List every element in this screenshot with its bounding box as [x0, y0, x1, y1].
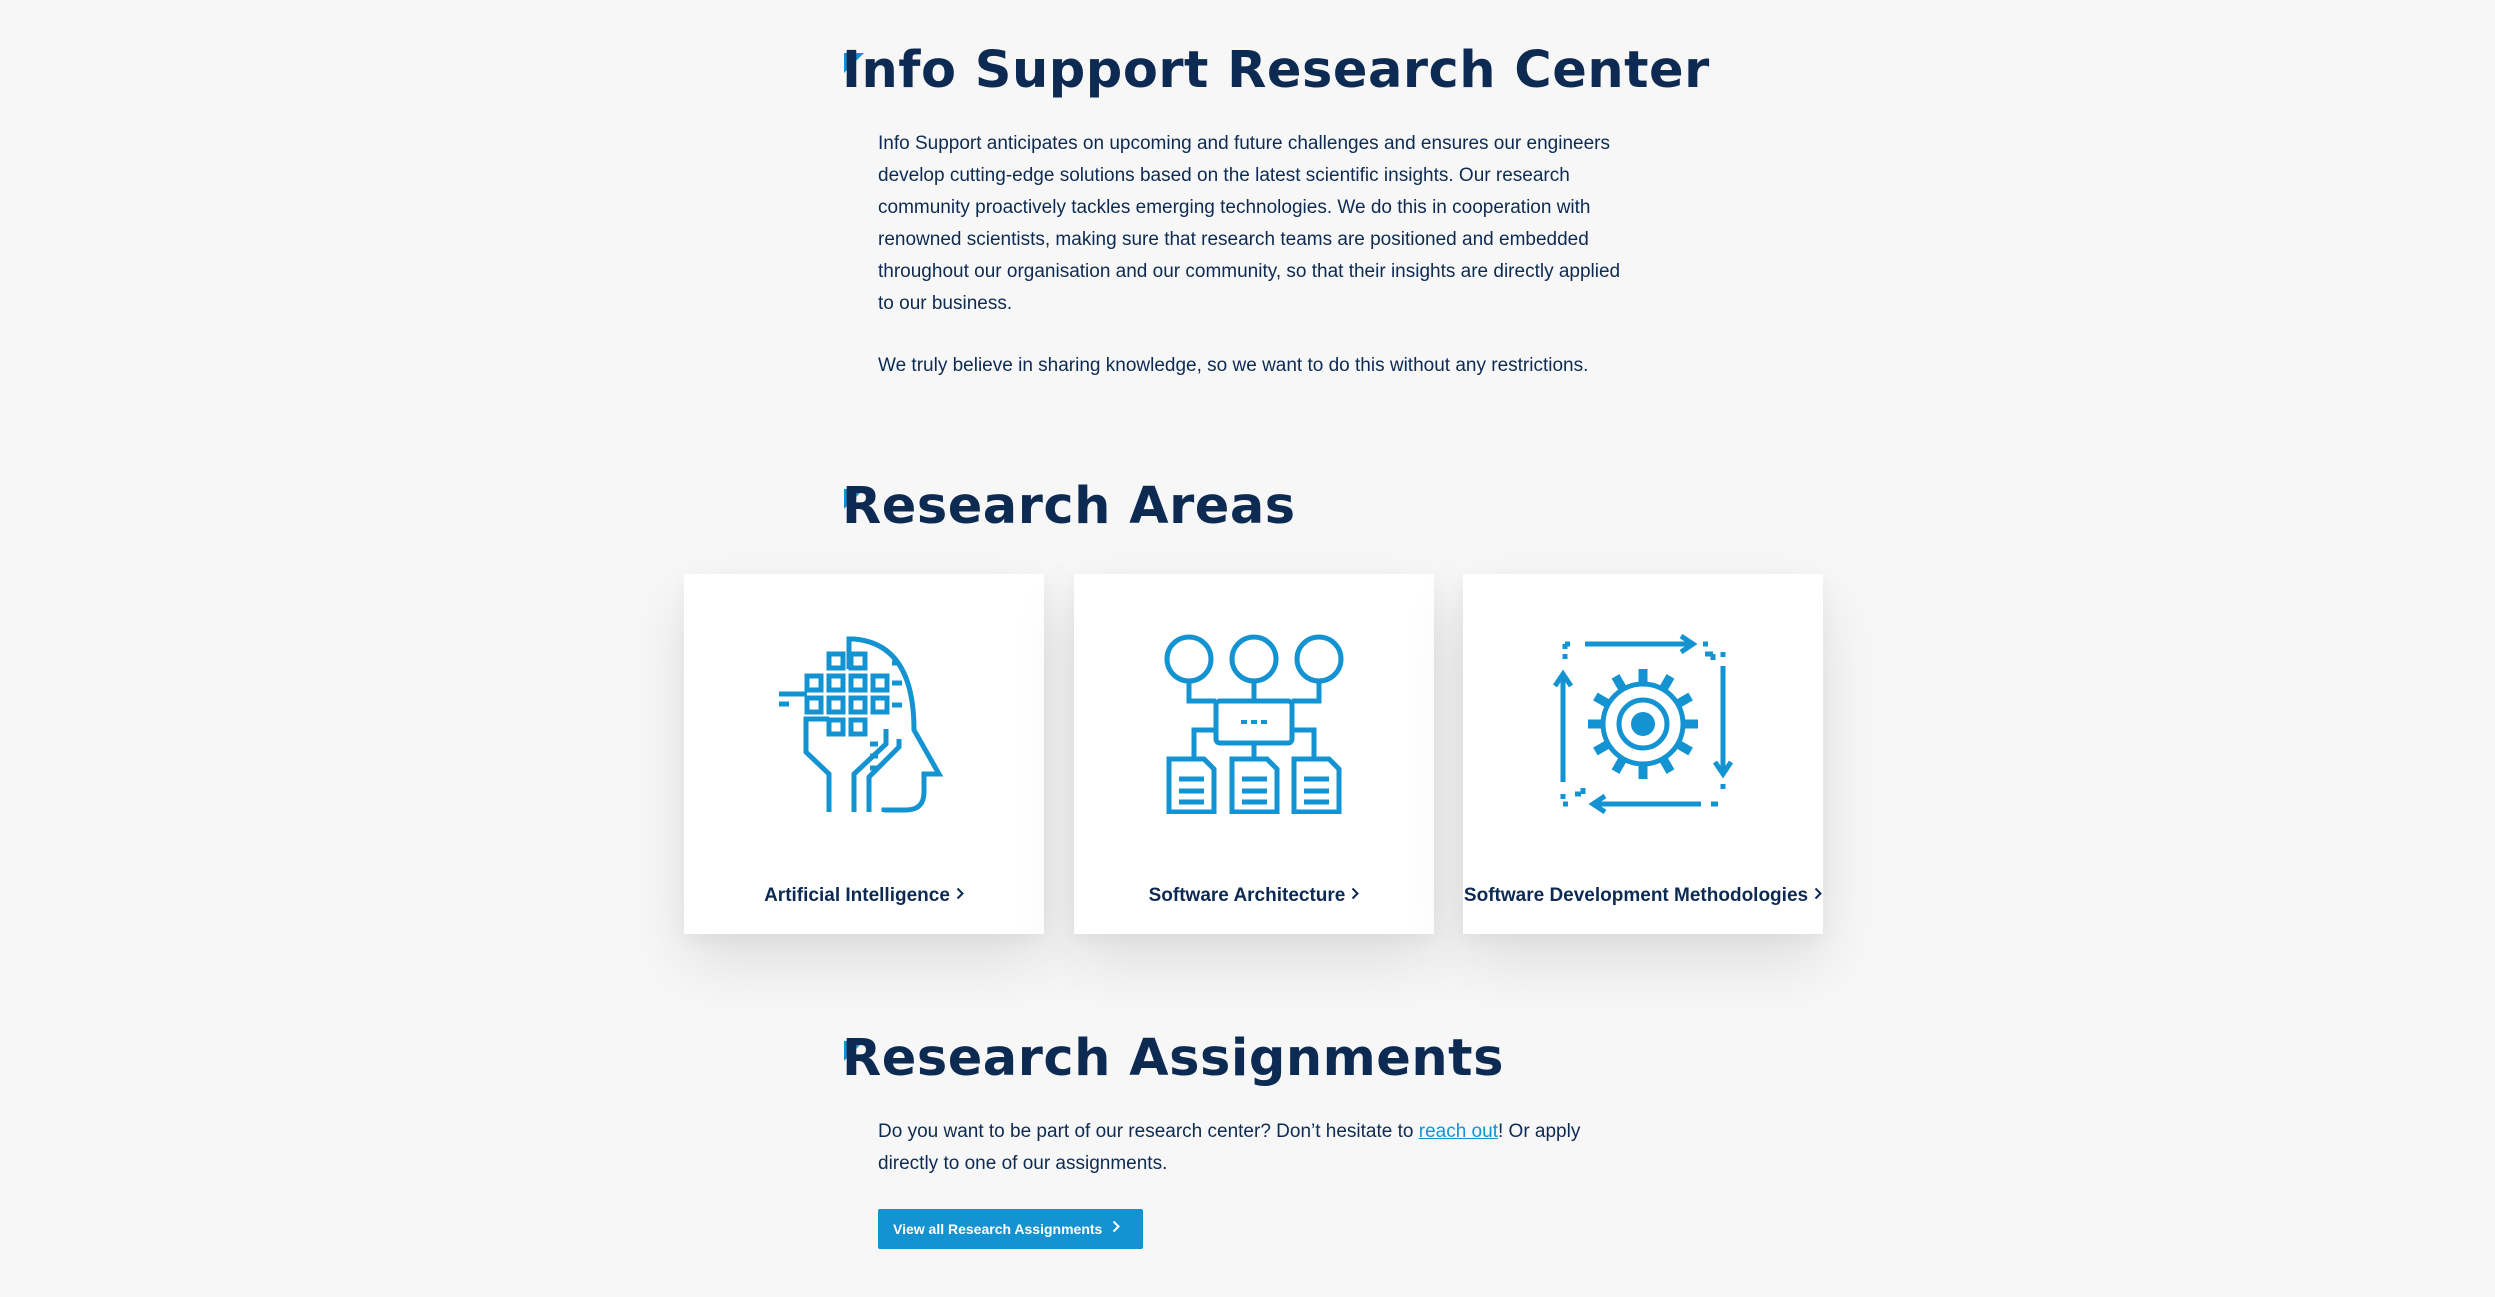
- ai-head-icon: [774, 634, 954, 814]
- assignments-paragraph: Do you want to be part of our research c…: [878, 1121, 1581, 1174]
- chevron-right-icon: [956, 887, 964, 900]
- chevron-right-icon: [1352, 887, 1360, 900]
- reach-out-link[interactable]: reach out: [1419, 1121, 1498, 1142]
- research-area-label: Software Architecture: [1074, 885, 1434, 907]
- page-title: Info Support Research Center: [842, 41, 1710, 100]
- view-all-assignments-button[interactable]: View all Research Assignments: [878, 1209, 1143, 1249]
- research-areas-title: Research Areas: [842, 477, 1296, 536]
- research-assignments-title: Research Assignments: [842, 1029, 1504, 1088]
- research-area-card-ai[interactable]: Artificial Intelligence: [684, 574, 1044, 934]
- architecture-diagram-icon: [1164, 634, 1344, 814]
- research-area-card-architecture[interactable]: Software Architecture: [1074, 574, 1434, 934]
- research-area-card-methodologies[interactable]: Software Development Methodologies: [1463, 574, 1823, 934]
- research-area-label: Artificial Intelligence: [684, 885, 1044, 907]
- chevron-right-icon: [1113, 1220, 1121, 1233]
- intro-paragraph-sharing: We truly believe in sharing knowledge, s…: [878, 355, 1589, 376]
- chevron-right-icon: [1814, 887, 1822, 900]
- research-area-label: Software Development Methodologies: [1463, 885, 1823, 907]
- gear-cycle-icon: [1553, 634, 1733, 814]
- intro-paragraph: Info Support anticipates on upcoming and…: [878, 133, 1621, 314]
